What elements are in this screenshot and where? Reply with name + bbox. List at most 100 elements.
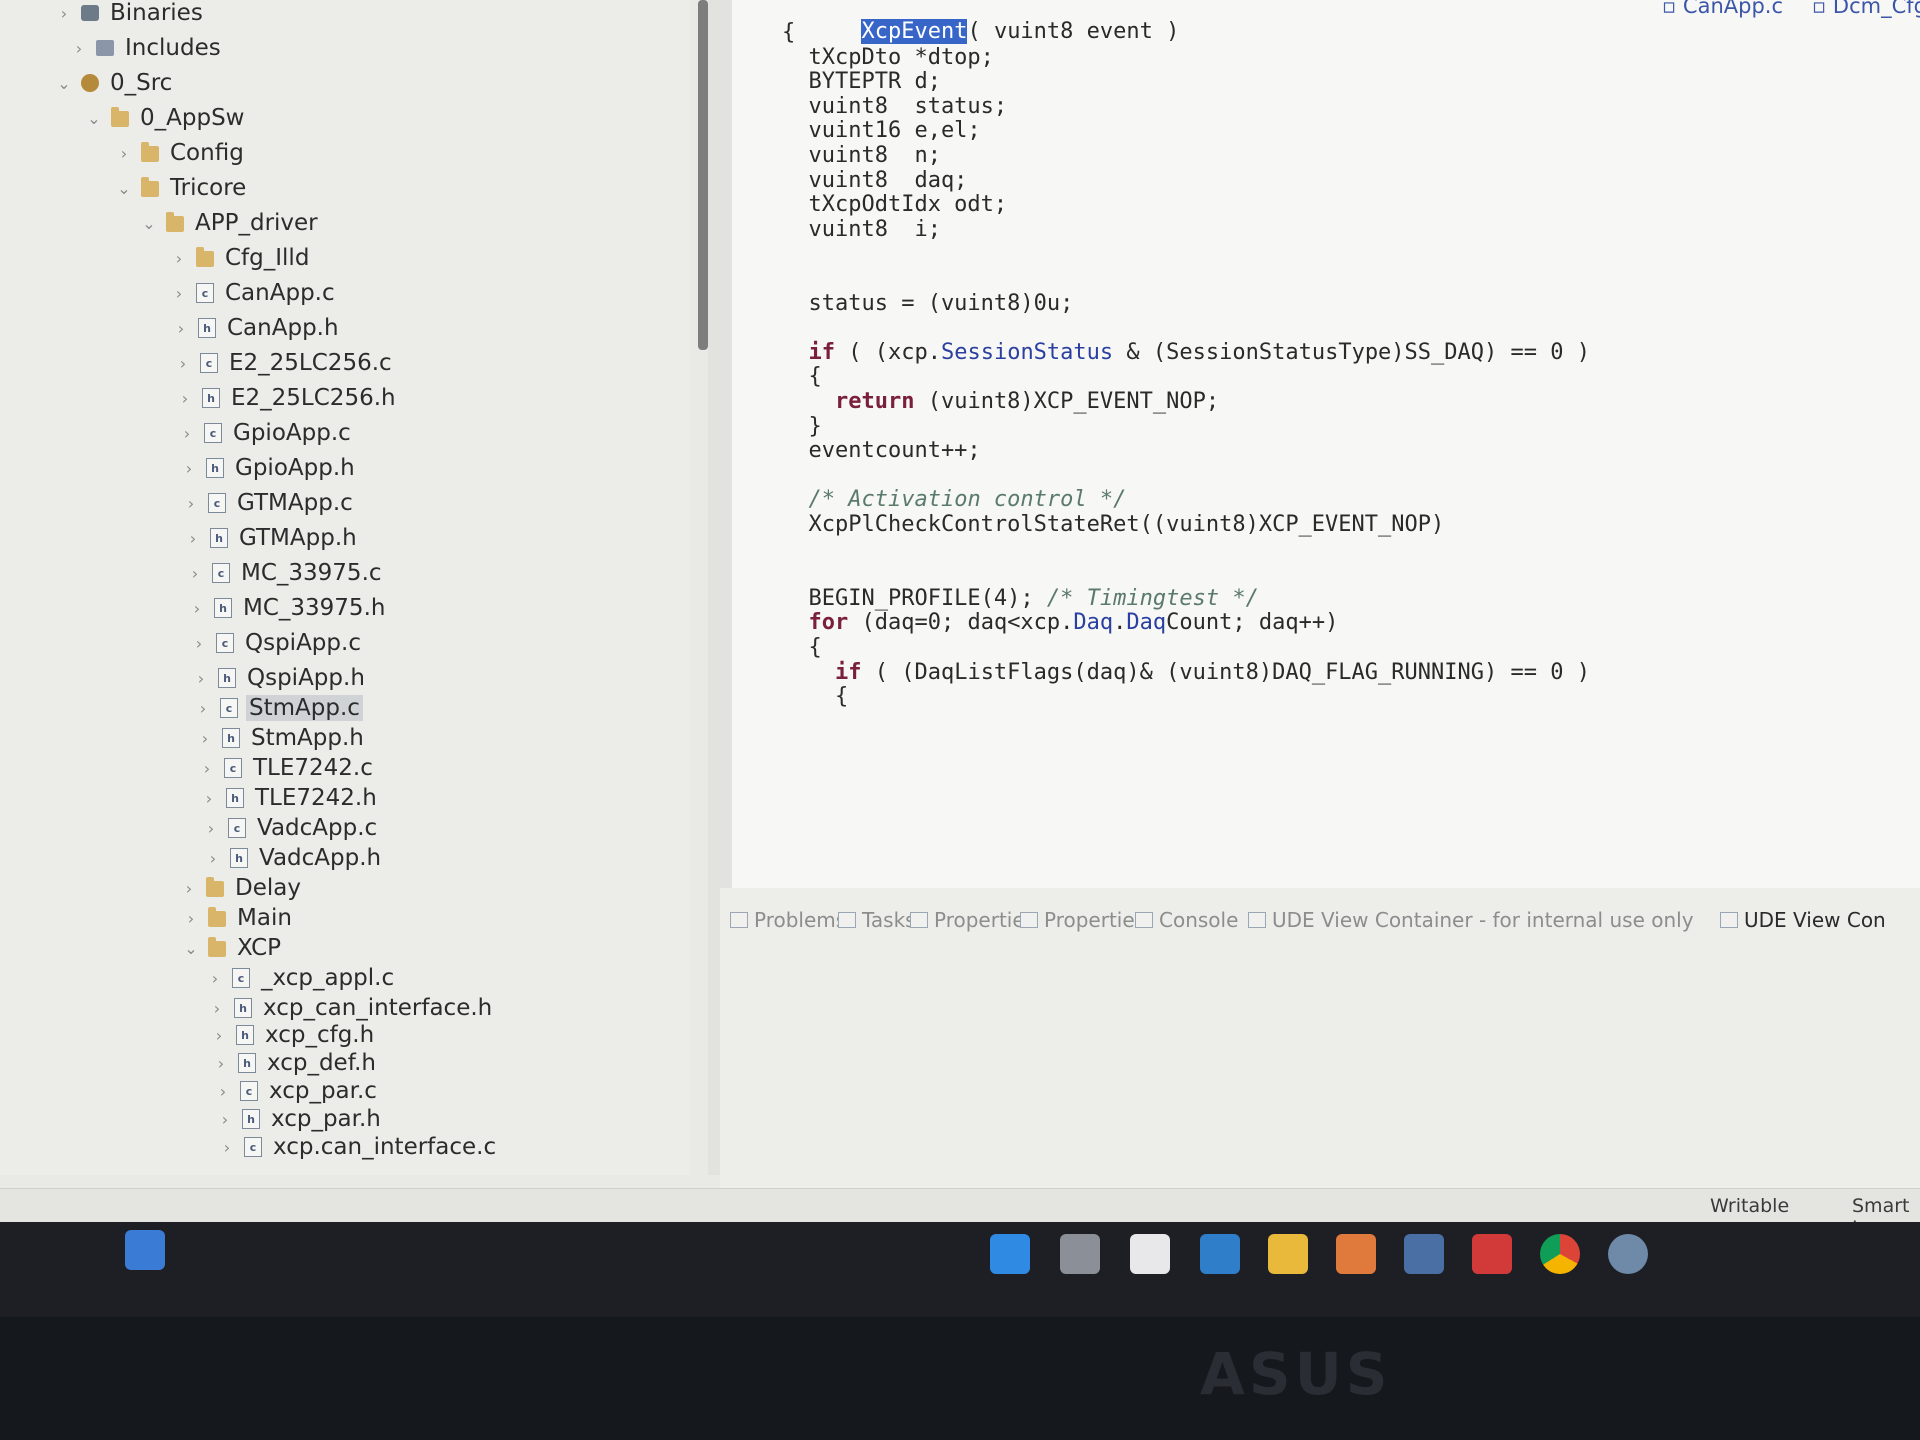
chevron-right-icon[interactable]: › bbox=[186, 564, 204, 583]
chevron-right-icon[interactable]: › bbox=[174, 354, 192, 373]
view-tab[interactable]: Properties bbox=[1020, 908, 1145, 932]
chevron-right-icon[interactable]: › bbox=[188, 599, 206, 618]
chevron-right-icon[interactable]: › bbox=[172, 319, 190, 338]
view-tab[interactable]: Properties bbox=[910, 908, 1035, 932]
chevron-right-icon[interactable]: › bbox=[170, 249, 188, 268]
start-icon[interactable] bbox=[990, 1234, 1030, 1274]
chevron-right-icon[interactable]: › bbox=[212, 1054, 230, 1073]
chevron-right-icon[interactable]: › bbox=[182, 494, 200, 513]
ide-icon[interactable] bbox=[1608, 1234, 1648, 1274]
app-icon[interactable] bbox=[1336, 1234, 1376, 1274]
tree-item[interactable]: › c E2_25LC256.c bbox=[174, 348, 395, 378]
chevron-right-icon[interactable]: › bbox=[202, 819, 220, 838]
chevron-down-icon[interactable]: ⌄ bbox=[85, 109, 103, 128]
explorer-scrollbar[interactable] bbox=[698, 0, 708, 350]
mail-icon[interactable] bbox=[1200, 1234, 1240, 1274]
chevron-right-icon[interactable]: › bbox=[180, 879, 198, 898]
tree-item[interactable]: › Includes bbox=[70, 33, 224, 63]
tree-item[interactable]: ⌄ 0_Src bbox=[55, 68, 175, 98]
store-icon[interactable] bbox=[1130, 1234, 1170, 1274]
chevron-right-icon[interactable]: › bbox=[210, 1026, 228, 1045]
chevron-right-icon[interactable]: › bbox=[196, 729, 214, 748]
view-tab[interactable]: UDE View Con bbox=[1720, 908, 1886, 932]
chevron-right-icon[interactable]: › bbox=[178, 424, 196, 443]
chevron-right-icon[interactable]: › bbox=[208, 999, 226, 1018]
chevron-right-icon[interactable]: › bbox=[184, 529, 202, 548]
chevron-right-icon[interactable]: › bbox=[206, 969, 224, 988]
chevron-right-icon[interactable]: › bbox=[115, 144, 133, 163]
tree-item[interactable]: › h TLE7242.h bbox=[200, 783, 380, 813]
tree-item[interactable]: › h xcp_can_interface.h bbox=[208, 993, 495, 1023]
file-explorer-icon[interactable] bbox=[1268, 1234, 1308, 1274]
chevron-right-icon[interactable]: › bbox=[198, 759, 216, 778]
code-editor[interactable]: ▫ CanApp.c ▫ Dcm_Cfg XcpEvent( vuint8 ev… bbox=[732, 0, 1920, 888]
chevron-right-icon[interactable]: › bbox=[176, 389, 194, 408]
tab-canapp-c[interactable]: ▫ CanApp.c bbox=[1662, 0, 1783, 18]
selected-function-name[interactable]: XcpEvent bbox=[861, 19, 968, 44]
view-tab[interactable]: Tasks bbox=[838, 908, 916, 932]
tab-dcm-cfg[interactable]: ▫ Dcm_Cfg bbox=[1812, 0, 1920, 18]
chevron-down-icon[interactable]: ⌄ bbox=[55, 74, 73, 93]
chevron-right-icon[interactable]: › bbox=[200, 789, 218, 808]
tree-item[interactable]: ⌄ Tricore bbox=[115, 173, 249, 203]
desktop-widget-icon[interactable] bbox=[125, 1230, 165, 1270]
chevron-right-icon[interactable]: › bbox=[170, 284, 188, 303]
chevron-down-icon[interactable]: ⌄ bbox=[140, 214, 158, 233]
chevron-right-icon[interactable]: › bbox=[194, 699, 212, 718]
views-panel: Problems Tasks Properties Properties Console… bbox=[720, 888, 1920, 1188]
tree-item[interactable]: › h GpioApp.h bbox=[180, 453, 358, 483]
chevron-right-icon[interactable]: › bbox=[214, 1082, 232, 1101]
tree-item[interactable]: › h StmApp.h bbox=[196, 723, 367, 753]
tree-item[interactable]: › h xcp_cfg.h bbox=[210, 1020, 377, 1050]
code-line: XcpPlCheckControlStateRet((vuint8)XCP_EV… bbox=[782, 512, 1445, 537]
tree-item[interactable]: › c _xcp_appl.c bbox=[206, 963, 397, 993]
tree-item[interactable]: › Binaries bbox=[55, 0, 206, 28]
chevron-right-icon[interactable]: › bbox=[70, 39, 88, 58]
chevron-right-icon[interactable]: › bbox=[192, 669, 210, 688]
tree-item[interactable]: ⌄ 0_AppSw bbox=[85, 103, 247, 133]
chevron-right-icon[interactable]: › bbox=[180, 459, 198, 478]
tree-item-label: StmApp.h bbox=[251, 725, 364, 751]
tree-item[interactable]: › c TLE7242.c bbox=[198, 753, 376, 783]
tree-item[interactable]: › c xcp_par.c bbox=[214, 1076, 380, 1106]
chevron-right-icon[interactable]: › bbox=[204, 849, 222, 868]
chevron-down-icon[interactable]: ⌄ bbox=[182, 939, 200, 958]
tree-item[interactable]: › c GTMApp.c bbox=[182, 488, 356, 518]
task-view-icon[interactable] bbox=[1060, 1234, 1100, 1274]
tree-item[interactable]: › c xcp.can_interface.c bbox=[218, 1132, 499, 1162]
tree-item[interactable]: ⌄ XCP bbox=[182, 933, 284, 963]
tree-item[interactable]: › c MC_33975.c bbox=[186, 558, 385, 588]
c-file-icon: c bbox=[232, 968, 250, 988]
chrome-icon[interactable] bbox=[1540, 1234, 1580, 1274]
chevron-right-icon[interactable]: › bbox=[190, 634, 208, 653]
chevron-right-icon[interactable]: › bbox=[182, 909, 200, 928]
view-tab[interactable]: UDE View Container - for internal use on… bbox=[1248, 908, 1694, 932]
tree-item[interactable]: › h MC_33975.h bbox=[188, 593, 388, 623]
chevron-right-icon[interactable]: › bbox=[218, 1138, 236, 1157]
chevron-down-icon[interactable]: ⌄ bbox=[115, 179, 133, 198]
tree-item[interactable]: › c QspiApp.c bbox=[190, 628, 364, 658]
chevron-right-icon[interactable]: › bbox=[55, 4, 73, 23]
tree-item[interactable]: › h CanApp.h bbox=[172, 313, 342, 343]
view-tab[interactable]: Problems bbox=[730, 908, 846, 932]
tree-item[interactable]: › Main bbox=[182, 903, 295, 933]
tree-item[interactable]: › h GTMApp.h bbox=[184, 523, 360, 553]
tree-item-label: CanApp.h bbox=[227, 315, 339, 341]
tree-item[interactable]: ⌄ APP_driver bbox=[140, 208, 321, 238]
tree-item[interactable]: › c GpioApp.c bbox=[178, 418, 354, 448]
chevron-right-icon[interactable]: › bbox=[216, 1110, 234, 1129]
tree-item[interactable]: › h E2_25LC256.h bbox=[176, 383, 399, 413]
tree-item[interactable]: › c StmApp.c bbox=[194, 693, 363, 723]
tree-item[interactable]: › c CanApp.c bbox=[170, 278, 338, 308]
tree-item[interactable]: › h VadcApp.h bbox=[204, 843, 384, 873]
tree-item[interactable]: › h QspiApp.h bbox=[192, 663, 368, 693]
office-icon[interactable] bbox=[1472, 1234, 1512, 1274]
calculator-icon[interactable] bbox=[1404, 1234, 1444, 1274]
tree-item[interactable]: › c VadcApp.c bbox=[202, 813, 380, 843]
tree-item[interactable]: › h xcp_def.h bbox=[212, 1048, 379, 1078]
tree-item[interactable]: › h xcp_par.h bbox=[216, 1104, 384, 1134]
tree-item[interactable]: › Config bbox=[115, 138, 247, 168]
tree-item[interactable]: › Delay bbox=[180, 873, 304, 903]
view-tab[interactable]: Console bbox=[1135, 908, 1238, 932]
tree-item[interactable]: › Cfg_Illd bbox=[170, 243, 312, 273]
